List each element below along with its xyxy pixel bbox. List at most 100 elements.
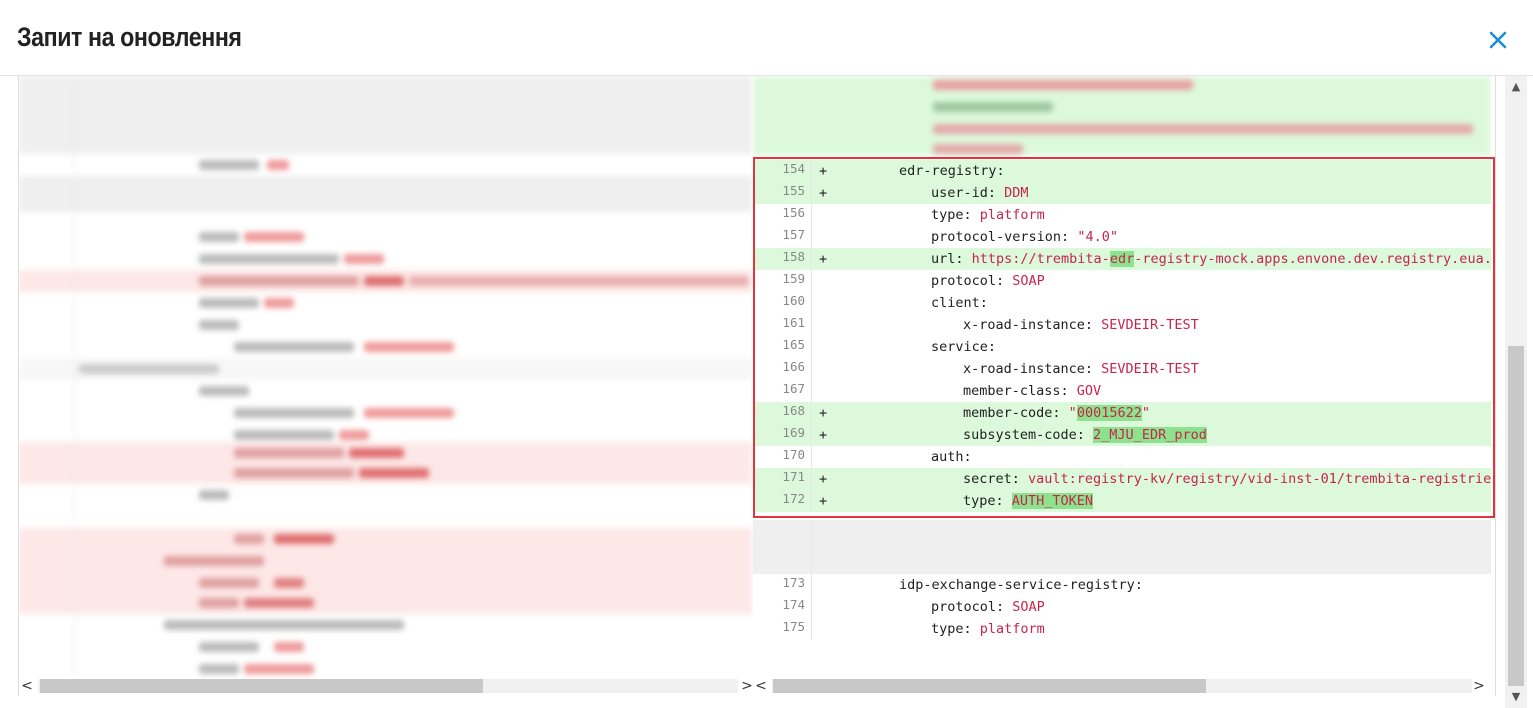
blurred-text [164,620,404,630]
yaml-key: idp-exchange-service-registry: [899,577,1143,593]
blurred-diff-line [19,292,752,314]
blurred-diff-line [19,442,752,464]
blurred-text [409,276,749,286]
scroll-up-arrow[interactable]: ▲ [1505,78,1527,96]
gutter-divider [74,292,75,314]
gutter-divider [74,248,75,270]
blurred-text [359,468,429,478]
blurred-text [199,578,259,588]
blurred-text [274,578,304,588]
diff-line: 174 protocol: SOAP [753,596,1491,618]
code-text: idp-exchange-service-registry: [899,574,1143,596]
blurred-diff-line [19,154,752,176]
code-text: protocol: SOAP [931,596,1045,618]
blurred-diff-line [19,550,752,572]
yaml-key: protocol: [931,599,1013,615]
dialog-header: Запит на оновлення [0,0,1533,76]
scroll-left-arrow[interactable]: < [754,676,768,696]
blurred-text [244,598,314,608]
blurred-diff-line [19,614,752,636]
gutter-divider [74,402,75,424]
blurred-text [234,342,354,352]
blurred-text [364,342,454,352]
blurred-diff-line [19,572,752,594]
blurred-diff-line [19,76,752,154]
blurred-text [339,430,369,440]
blurred-text [234,408,354,418]
gutter-divider [74,176,75,212]
gutter-divider [74,226,75,248]
gutter-divider [74,442,75,464]
blurred-diff-line [19,636,752,658]
blurred-text [199,642,259,652]
blurred-diff-line [19,314,752,336]
blurred-diff-line [19,248,752,270]
blurred-text [199,254,339,264]
gutter-divider [74,636,75,658]
right-hscrollbar[interactable]: < > [752,676,1490,696]
blurred-text [199,298,259,308]
left-hscrollbar[interactable]: < > [18,676,758,696]
scroll-thumb[interactable] [40,679,483,693]
blurred-diff-line [19,658,752,676]
blurred-text [234,468,354,478]
blurred-diff-line [19,592,752,614]
scroll-right-arrow[interactable]: > [1472,676,1486,696]
blurred-diff-line [19,226,752,248]
scroll-left-arrow[interactable]: < [20,676,34,696]
blurred-text [364,276,404,286]
vertical-scroll-thumb[interactable] [1508,346,1524,686]
blurred-text [364,408,454,418]
blurred-text [199,320,239,330]
line-number: 174 [782,597,805,612]
gutter-divider [74,506,75,528]
close-icon[interactable] [1486,28,1510,52]
gutter-divider [74,154,75,176]
blurred-diff-line [19,270,752,292]
gutter-divider [74,528,75,550]
gutter-divider [74,572,75,594]
yaml-value: platform [979,621,1045,637]
line-number: 175 [782,619,805,634]
gutter-divider [74,380,75,402]
scroll-down-arrow[interactable]: ▼ [1505,688,1527,706]
gutter-divider [811,520,812,574]
gutter-divider [811,618,812,640]
gutter-divider [74,614,75,636]
blurred-diff-line [19,462,752,484]
gutter-divider [74,76,75,154]
blurred-diff-line [19,336,752,358]
blurred-text [199,160,259,170]
blurred-text [234,448,344,458]
blurred-text [199,598,239,608]
diff-line: 175 type: platform [753,618,1491,640]
blurred-text [234,430,334,440]
gutter-divider [74,658,75,676]
blurred-diff-line [19,402,752,424]
blurred-diff-line [19,176,752,212]
blurred-diff-line [19,380,752,402]
blurred-text [264,298,294,308]
yaml-key: type: [931,621,980,637]
line-number: 173 [782,575,805,590]
diff-line: 173 idp-exchange-service-registry: [753,574,1491,596]
blurred-text [234,534,264,544]
blurred-text [199,276,359,286]
gutter-divider [74,484,75,506]
vertical-scrollbar[interactable]: ▲ ▼ [1505,76,1527,708]
gutter-divider [74,336,75,358]
blurred-diff-line [19,358,752,380]
gutter-divider [811,596,812,618]
dialog-title: Запит на оновлення [17,22,242,52]
blurred-text [244,232,304,242]
scroll-thumb[interactable] [773,679,1206,693]
blurred-text [344,254,384,264]
yaml-value: SOAP [1012,599,1045,615]
blurred-diff-line [19,484,752,506]
blurred-diff-line [19,528,752,550]
gutter-divider [74,462,75,484]
blurred-text [267,160,289,170]
blurred-text [199,664,239,674]
blurred-text [79,364,219,374]
code-text: type: platform [931,618,1045,640]
